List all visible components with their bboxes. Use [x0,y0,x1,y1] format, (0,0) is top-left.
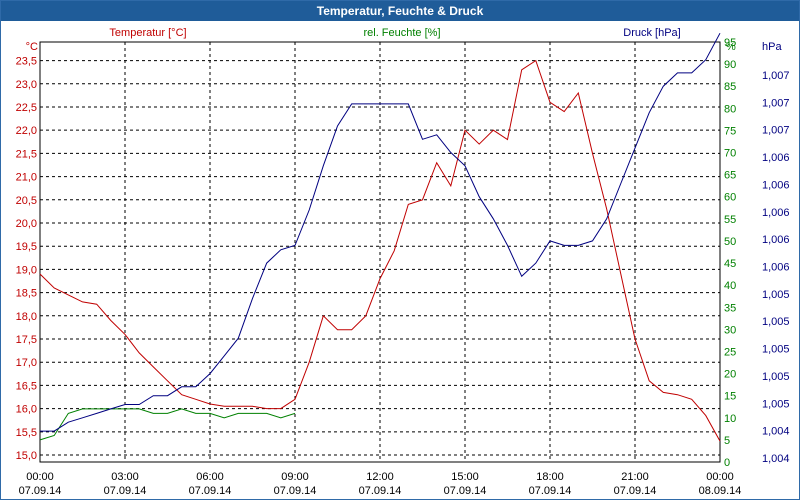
x-tick-time: 18:00 [536,471,564,483]
x-tick-date: 07.09.14 [444,485,487,497]
pressure-unit-label: hPa [762,41,782,53]
x-tick-time: 00:00 [26,471,54,483]
pressure-tick-label: 1,006 [762,152,790,164]
temperature-tick-label: 23,0 [16,79,37,91]
pressure-tick-label: 1,007 [762,70,790,82]
humidity-tick-label: 75 [724,125,736,137]
pressure-tick-label: 1,006 [762,207,790,219]
humidity-line [39,408,296,441]
temperature-unit-label: °C [26,41,38,53]
x-tick-time: 09:00 [281,471,309,483]
x-tick-date: 07.09.14 [189,485,232,497]
temperature-tick-label: 21,0 [16,172,37,184]
temperature-tick-label: 16,5 [16,380,37,392]
pressure-tick-label: 1,006 [762,234,790,246]
temperature-tick-label: 17,0 [16,357,37,369]
temperature-tick-label: 20,0 [16,218,37,230]
x-tick-time: 12:00 [366,471,394,483]
humidity-tick-label: 85 [724,81,736,93]
x-tick-date: 07.09.14 [274,485,317,497]
x-tick-time: 15:00 [451,471,479,483]
grid-lines [40,42,720,462]
humidity-tick-label: 55 [724,214,736,226]
x-tick-date: 07.09.14 [104,485,147,497]
humidity-tick-label: 40 [724,280,736,292]
tick-labels: 00:00 07.09.14 03:00 07.09.14 06:00 07.09.14 0… [16,37,790,497]
pressure-tick-label: 1,005 [762,316,790,328]
temperature-tick-label: 20,5 [16,195,37,207]
temperature-axis-title: Temperatur [°C] [109,27,186,39]
pressure-tick-label: 1,005 [762,398,790,410]
temperature-tick-label: 23,5 [16,56,37,68]
humidity-tick-label: 5 [724,435,730,447]
humidity-tick-label: 15 [724,391,736,403]
temperature-tick-label: 21,5 [16,148,37,160]
pressure-tick-label: 1,007 [762,97,790,109]
humidity-axis-title: rel. Feuchte [%] [363,27,440,39]
pressure-tick-label: 1,005 [762,344,790,356]
humidity-tick-label: 35 [724,302,736,314]
humidity-tick-label: 20 [724,369,736,381]
humidity-tick-label: 70 [724,148,736,160]
temperature-tick-label: 18,5 [16,288,37,300]
pressure-tick-label: 1,007 [762,125,790,137]
x-tick-time: 06:00 [196,471,224,483]
temperature-tick-label: 15,5 [16,427,37,439]
humidity-tick-label: 25 [724,346,736,358]
temperature-tick-label: 15,0 [16,450,37,462]
temperature-tick-label: 22,0 [16,125,37,137]
temperature-tick-label: 19,0 [16,264,37,276]
x-tick-date: 07.09.14 [614,485,657,497]
pressure-tick-label: 1,004 [762,426,790,438]
humidity-tick-label: 30 [724,324,736,336]
humidity-tick-label: 10 [724,413,736,425]
x-tick-date: 07.09.14 [359,485,402,497]
pressure-tick-label: 1,006 [762,262,790,274]
x-tick-time: 00:00 [706,471,734,483]
x-tick-time: 21:00 [621,471,649,483]
humidity-tick-label: 0 [724,457,730,469]
temperature-tick-label: 18,0 [16,311,37,323]
humidity-tick-label: 80 [724,103,736,115]
humidity-unit-label: % [726,41,736,53]
x-tick-time: 03:00 [111,471,139,483]
pressure-axis-title: Druck [hPa] [623,27,680,39]
temperature-tick-label: 22,5 [16,102,37,114]
x-tick-date: 07.09.14 [19,485,62,497]
temperature-tick-label: 17,5 [16,334,37,346]
humidity-tick-label: 45 [724,258,736,270]
humidity-tick-label: 50 [724,236,736,248]
pressure-tick-label: 1,005 [762,371,790,383]
pressure-tick-label: 1,005 [762,289,790,301]
temperature-tick-label: 19,5 [16,241,37,253]
pressure-tick-label: 1,006 [762,179,790,191]
x-tick-date: 07.09.14 [529,485,572,497]
temperature-tick-label: 16,0 [16,404,37,416]
chart-svg: 00:00 07.09.14 03:00 07.09.14 06:00 07.09.14 0… [16,27,790,497]
x-tick-date: 08.09.14 [699,485,742,497]
humidity-tick-label: 65 [724,170,736,182]
humidity-tick-label: 90 [724,59,736,71]
humidity-tick-label: 60 [724,192,736,204]
pressure-tick-label: 1,004 [762,453,790,465]
